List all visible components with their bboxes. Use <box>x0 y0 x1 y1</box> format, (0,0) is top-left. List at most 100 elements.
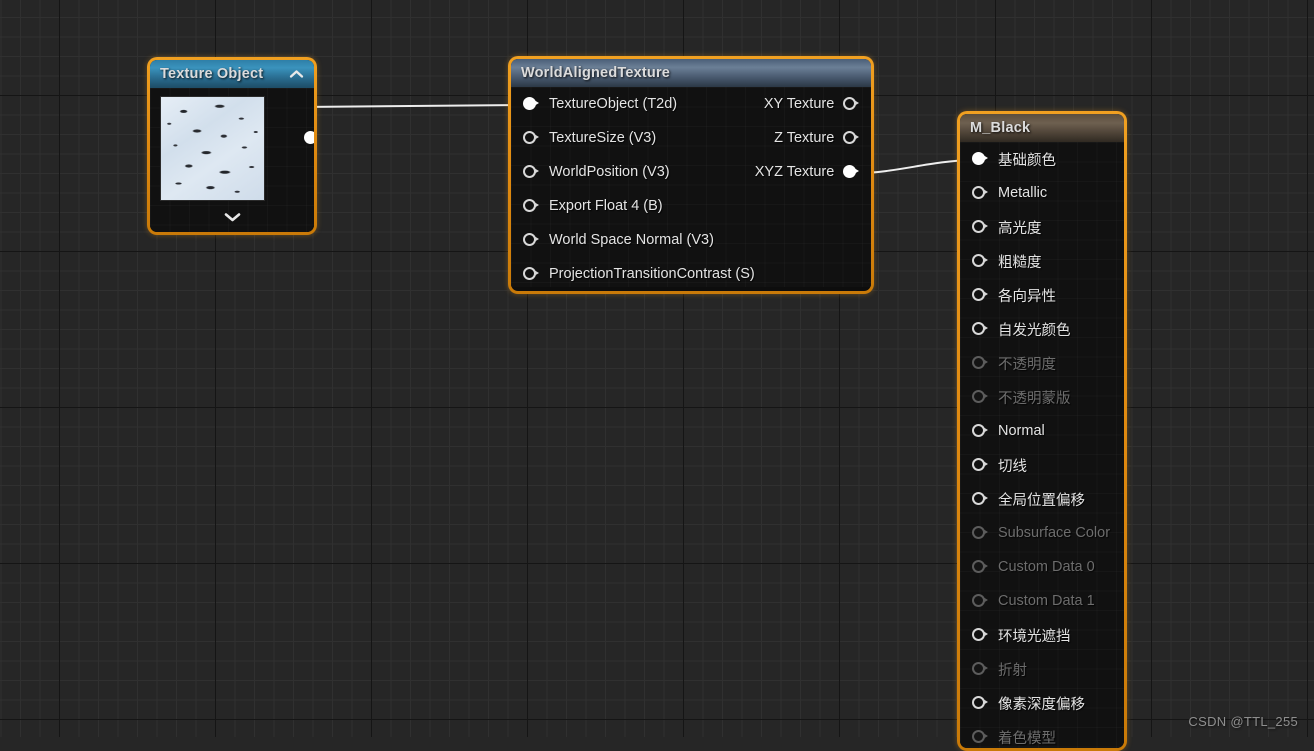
pin-row-subsurface-color: Subsurface Color <box>960 516 1124 550</box>
pin-glyph-icon[interactable] <box>523 131 540 145</box>
pin-row-exportfloat4[interactable]: Export Float 4 (B) <box>511 189 755 223</box>
pin-row-pixel-depth-offset[interactable]: 像素深度偏移 <box>960 686 1124 720</box>
pin-label: 不透明蒙版 <box>998 390 1071 407</box>
pin-row-textureobject[interactable]: TextureObject (T2d) <box>511 87 755 121</box>
pin-label: WorldPosition (V3) <box>549 164 670 180</box>
pin-row-custom-data-0: Custom Data 0 <box>960 550 1124 584</box>
pin-glyph-icon[interactable] <box>523 267 540 281</box>
pin-label: 像素深度偏移 <box>998 696 1085 713</box>
pin-glyph-icon <box>972 560 989 574</box>
pin-row-shading-model: 着色模型 <box>960 720 1124 748</box>
pin-glyph-icon <box>972 390 989 404</box>
pin-glyph-icon[interactable] <box>972 628 989 642</box>
pin-label: Custom Data 1 <box>998 593 1095 609</box>
pin-label: Z Texture <box>774 130 835 146</box>
pin-label: World Space Normal (V3) <box>549 232 714 248</box>
worldalignedtexture-output-column: XY Texture Z Texture XYZ Texture <box>755 87 871 287</box>
pin-label: 不透明度 <box>998 356 1056 373</box>
pin-row-xy-texture[interactable]: XY Texture <box>755 87 871 121</box>
pin-glyph-icon[interactable] <box>523 199 540 213</box>
pin-row-specular[interactable]: 高光度 <box>960 210 1124 244</box>
pin-glyph-icon[interactable] <box>843 131 860 145</box>
pin-row-metallic[interactable]: Metallic <box>960 176 1124 210</box>
pin-glyph-icon[interactable] <box>843 97 860 111</box>
node-texture-object[interactable]: Texture Object <box>147 57 317 235</box>
worldalignedtexture-header[interactable]: WorldAlignedTexture <box>511 59 871 87</box>
texture-object-expand-button[interactable] <box>150 210 314 228</box>
worldalignedtexture-input-column: TextureObject (T2d) TextureSize (V3) Wor… <box>511 87 755 287</box>
pin-label: 环境光遮挡 <box>998 628 1071 645</box>
pin-label: Custom Data 0 <box>998 559 1095 575</box>
texture-object-header[interactable]: Texture Object <box>150 60 314 88</box>
pin-glyph-icon[interactable] <box>972 186 989 200</box>
pin-glyph-icon[interactable] <box>972 254 989 268</box>
pin-row-roughness[interactable]: 粗糙度 <box>960 244 1124 278</box>
pin-label: 高光度 <box>998 220 1042 237</box>
pin-glyph-icon[interactable] <box>972 458 989 472</box>
node-m-black[interactable]: M_Black 基础颜色 Metallic 高光度 粗糙度 各向异性 自发光颜色… <box>957 111 1127 751</box>
pin-label: 着色模型 <box>998 730 1056 747</box>
texture-object-body <box>150 88 314 232</box>
pin-row-tangent[interactable]: 切线 <box>960 448 1124 482</box>
pin-row-refraction: 折射 <box>960 652 1124 686</box>
worldalignedtexture-title: WorldAlignedTexture <box>521 65 671 81</box>
pin-label: 基础颜色 <box>998 152 1056 169</box>
chevron-down-icon <box>223 210 242 228</box>
pin-glyph-icon[interactable] <box>972 696 989 710</box>
pin-row-normal[interactable]: Normal <box>960 414 1124 448</box>
pin-row-emissive-color[interactable]: 自发光颜色 <box>960 312 1124 346</box>
pin-label: Export Float 4 (B) <box>549 198 663 214</box>
pin-glyph-icon[interactable] <box>843 165 860 179</box>
pin-glyph-icon[interactable] <box>972 220 989 234</box>
pin-label: XY Texture <box>763 96 835 112</box>
m-black-header[interactable]: M_Black <box>960 114 1124 142</box>
pin-label: 折射 <box>998 662 1027 679</box>
chevron-up-icon[interactable] <box>288 66 304 82</box>
pin-glyph-icon[interactable] <box>972 424 989 438</box>
pin-row-xyz-texture[interactable]: XYZ Texture <box>755 155 871 189</box>
pin-row-anisotropy[interactable]: 各向异性 <box>960 278 1124 312</box>
texture-object-title: Texture Object <box>160 66 264 82</box>
pin-glyph-icon <box>972 730 989 744</box>
pin-glyph-icon <box>972 594 989 608</box>
pin-label: TextureSize (V3) <box>549 130 657 146</box>
pin-glyph-icon[interactable] <box>972 152 989 166</box>
pin-row-opacity-mask: 不透明蒙版 <box>960 380 1124 414</box>
pin-label: 粗糙度 <box>998 254 1042 271</box>
pin-row-worldspacenormal[interactable]: World Space Normal (V3) <box>511 223 755 257</box>
pin-row-opacity: 不透明度 <box>960 346 1124 380</box>
pin-glyph-icon[interactable] <box>972 322 989 336</box>
pin-row-texturesize[interactable]: TextureSize (V3) <box>511 121 755 155</box>
pin-label: ProjectionTransitionContrast (S) <box>549 266 755 282</box>
texture-preview-thumbnail[interactable] <box>160 96 265 201</box>
pin-label: 切线 <box>998 458 1027 475</box>
watermark-text: CSDN @TTL_255 <box>1188 714 1298 729</box>
pin-label: 全局位置偏移 <box>998 492 1085 509</box>
pin-row-ambient-occlusion[interactable]: 环境光遮挡 <box>960 618 1124 652</box>
pin-glyph-icon <box>972 662 989 676</box>
pin-glyph-icon[interactable] <box>523 165 540 179</box>
pin-glyph-icon <box>972 356 989 370</box>
pin-label: 自发光颜色 <box>998 322 1071 339</box>
m-black-title: M_Black <box>970 120 1031 136</box>
pin-glyph-icon[interactable] <box>972 492 989 506</box>
m-black-body: 基础颜色 Metallic 高光度 粗糙度 各向异性 自发光颜色 不透明度 不透… <box>960 142 1124 748</box>
pin-row-worldposition[interactable]: WorldPosition (V3) <box>511 155 755 189</box>
pin-label: Subsurface Color <box>998 525 1111 541</box>
pin-row-z-texture[interactable]: Z Texture <box>755 121 871 155</box>
pin-glyph-icon <box>972 526 989 540</box>
pin-label: Metallic <box>998 185 1048 201</box>
node-worldalignedtexture[interactable]: WorldAlignedTexture TextureObject (T2d) … <box>508 56 874 294</box>
pin-row-projectiontransitioncontrast[interactable]: ProjectionTransitionContrast (S) <box>511 257 755 291</box>
pin-row-world-position-offset[interactable]: 全局位置偏移 <box>960 482 1124 516</box>
pin-label: TextureObject (T2d) <box>549 96 678 112</box>
pin-label: XYZ Texture <box>754 164 835 180</box>
pin-row-base-color[interactable]: 基础颜色 <box>960 142 1124 176</box>
pin-glyph-icon[interactable] <box>523 97 540 111</box>
pin-glyph-icon[interactable] <box>523 233 540 247</box>
worldalignedtexture-body: TextureObject (T2d) TextureSize (V3) Wor… <box>511 87 871 287</box>
pin-glyph-icon[interactable] <box>972 288 989 302</box>
pin-row-custom-data-1: Custom Data 1 <box>960 584 1124 618</box>
pin-label: Normal <box>998 423 1045 439</box>
pin-label: 各向异性 <box>998 288 1056 305</box>
